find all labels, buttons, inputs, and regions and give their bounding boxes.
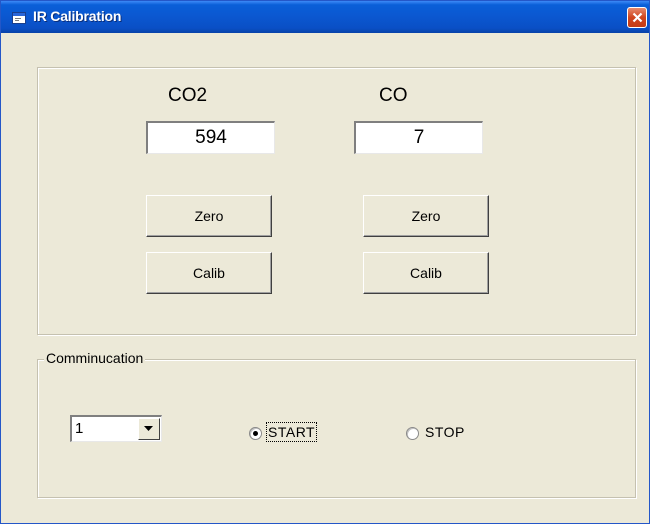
co-label: CO xyxy=(379,85,408,106)
start-radio-label[interactable]: START xyxy=(265,422,318,442)
co2-value-field[interactable]: 594 xyxy=(146,121,275,154)
port-select-value: 1 xyxy=(75,420,84,437)
port-select-dropdown-button[interactable] xyxy=(138,418,160,440)
window-title: IR Calibration xyxy=(33,8,122,24)
co-calib-button[interactable]: Calib xyxy=(363,252,489,294)
close-icon xyxy=(632,12,643,23)
co2-zero-button[interactable]: Zero xyxy=(146,195,272,237)
stop-radio-label[interactable]: STOP xyxy=(425,424,465,440)
co2-calib-button[interactable]: Calib xyxy=(146,252,272,294)
close-button[interactable] xyxy=(627,7,647,28)
start-radio[interactable] xyxy=(249,427,262,440)
start-radio-selected-dot xyxy=(253,431,258,436)
communication-group-label: Comminucation xyxy=(44,350,146,366)
port-select[interactable]: 1 xyxy=(70,415,162,442)
co2-label: CO2 xyxy=(168,85,208,106)
co-value-field[interactable]: 7 xyxy=(354,121,483,154)
calibration-frame xyxy=(37,67,636,335)
title-bar[interactable]: IR Calibration xyxy=(1,1,649,33)
co-zero-button[interactable]: Zero xyxy=(363,195,489,237)
ir-calibration-window: IR Calibration CO2 594 CO 7 Zero Calib Z… xyxy=(0,0,650,524)
window-icon xyxy=(12,11,26,24)
chevron-down-icon xyxy=(144,426,153,431)
stop-radio[interactable] xyxy=(406,427,419,440)
